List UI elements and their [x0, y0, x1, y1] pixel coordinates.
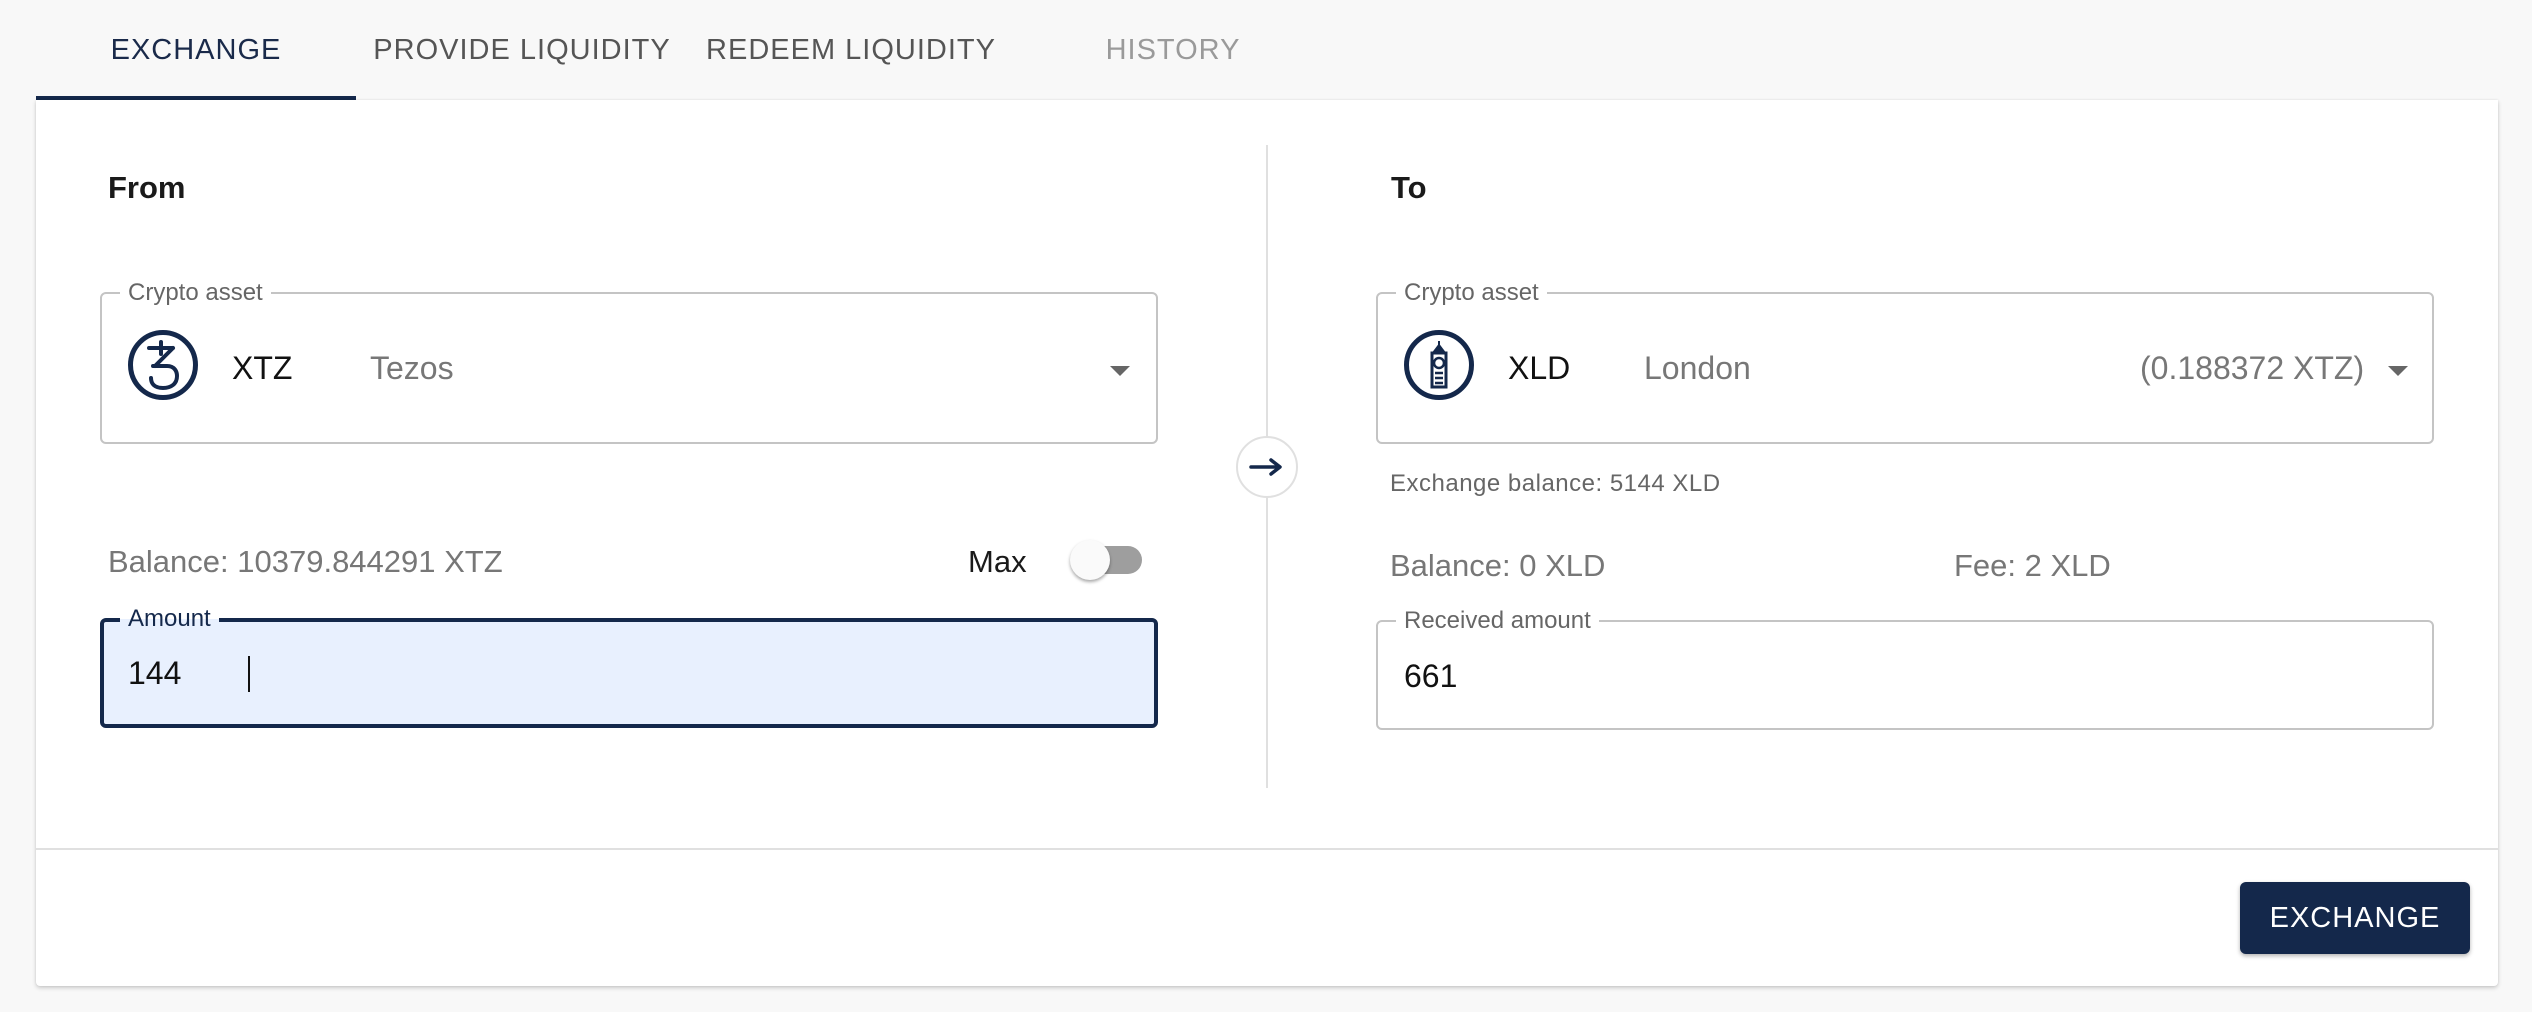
tezos-icon — [128, 330, 198, 400]
max-toggle[interactable] — [1070, 530, 1150, 590]
tab-exchange[interactable]: EXCHANGE — [36, 0, 356, 100]
received-amount-value: 661 — [1404, 658, 1458, 694]
tab-provide-liquidity[interactable]: PROVIDE LIQUIDITY — [370, 0, 674, 100]
fee-text: Fee: 2 XLD — [1954, 548, 2111, 583]
amount-input[interactable] — [128, 622, 1073, 724]
amount-field[interactable]: Amount — [100, 606, 1158, 728]
to-asset-select[interactable]: Crypto asset XLD London (0.188372 XTZ) — [1376, 280, 2434, 444]
big-ben-icon — [1404, 330, 1474, 400]
from-asset-select[interactable]: Crypto asset XTZ Tezos — [100, 280, 1158, 444]
chevron-down-icon — [1110, 366, 1130, 376]
arrow-right-icon — [1249, 458, 1282, 476]
exchange-button[interactable]: EXCHANGE — [2240, 882, 2470, 954]
from-title: From — [108, 170, 186, 205]
to-asset-symbol: XLD — [1508, 350, 1571, 386]
footer-divider — [36, 848, 2498, 850]
swap-direction-button[interactable] — [1236, 436, 1298, 498]
from-asset-label: Crypto asset — [120, 280, 271, 306]
from-asset-name: Tezos — [370, 350, 454, 386]
tab-history: HISTORY — [1105, 33, 1241, 66]
chevron-down-icon — [2388, 366, 2408, 376]
max-toggle-thumb — [1070, 540, 1110, 580]
from-asset-symbol: XTZ — [232, 350, 293, 386]
exchange-balance: Exchange balance: 5144 XLD — [1390, 470, 1721, 497]
to-asset-name: London — [1644, 350, 1751, 386]
to-balance: Balance: 0 XLD — [1390, 548, 1606, 583]
exchange-card: From Crypto asset XTZ Tezos Balance: 103… — [36, 100, 2498, 986]
received-amount-field[interactable]: Received amount 661 — [1376, 608, 2434, 730]
max-label: Max — [968, 544, 1027, 579]
to-title: To — [1391, 170, 1427, 205]
received-amount-label: Received amount — [1396, 608, 1599, 634]
text-cursor — [248, 656, 250, 692]
to-asset-label: Crypto asset — [1396, 280, 1547, 306]
from-balance: Balance: 10379.844291 XTZ — [108, 544, 503, 579]
tab-redeem-liquidity[interactable]: REDEEM LIQUIDITY — [700, 0, 1002, 100]
to-asset-rate: (0.188372 XTZ) — [2140, 350, 2365, 386]
